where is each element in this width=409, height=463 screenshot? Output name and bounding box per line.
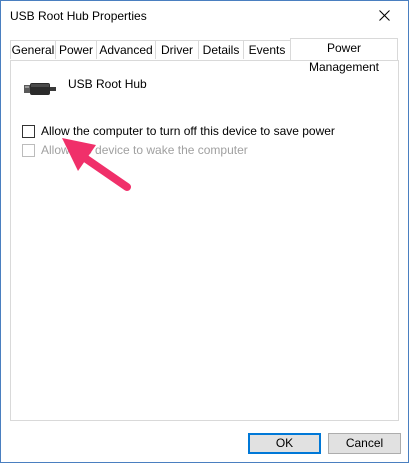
tab-power-management[interactable]: Power Management xyxy=(290,38,398,74)
tab-events[interactable]: Events xyxy=(243,40,291,59)
cancel-button[interactable]: Cancel xyxy=(328,433,401,454)
window-title: USB Root Hub Properties xyxy=(10,9,147,23)
tab-power[interactable]: Power xyxy=(55,40,97,59)
ok-button[interactable]: OK xyxy=(248,433,321,454)
tab-general[interactable]: General xyxy=(10,40,56,59)
properties-dialog: USB Root Hub Properties General Power Ad… xyxy=(0,0,409,463)
allow-wake-checkbox xyxy=(22,143,35,157)
power-management-panel: USB Root Hub Allow the computer to turn … xyxy=(10,60,399,421)
close-button[interactable] xyxy=(362,1,408,31)
allow-turn-off-label: Allow the computer to turn off this devi… xyxy=(41,124,335,138)
tab-details[interactable]: Details xyxy=(198,40,244,59)
tab-driver[interactable]: Driver xyxy=(155,40,199,59)
tab-advanced[interactable]: Advanced xyxy=(96,40,156,59)
usb-plug-icon xyxy=(24,83,56,95)
allow-turn-off-option[interactable]: Allow the computer to turn off this devi… xyxy=(22,124,335,138)
title-bar[interactable]: USB Root Hub Properties xyxy=(1,1,408,31)
allow-wake-label: Allow this device to wake the computer xyxy=(41,143,248,157)
device-name: USB Root Hub xyxy=(68,77,147,91)
close-icon xyxy=(379,10,390,21)
allow-wake-option: Allow this device to wake the computer xyxy=(22,143,248,157)
allow-turn-off-checkbox[interactable] xyxy=(22,124,35,138)
